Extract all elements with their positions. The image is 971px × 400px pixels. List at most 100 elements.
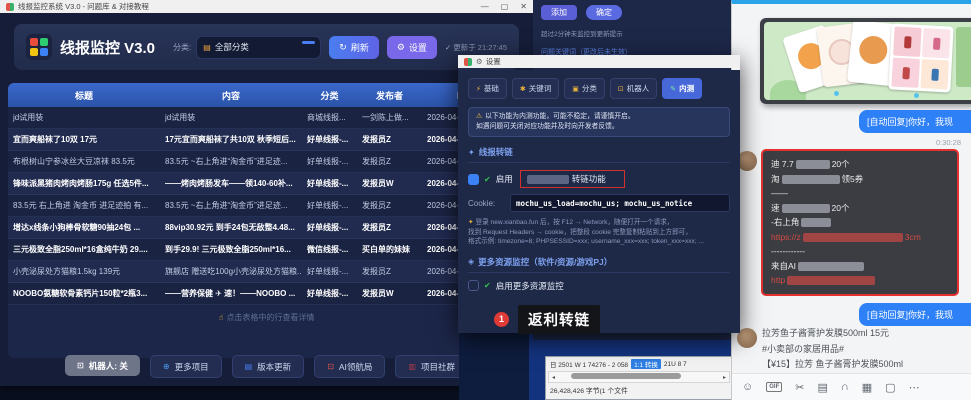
avatar[interactable] xyxy=(737,328,757,348)
table-row[interactable]: NOOBO氨糖软骨素钙片150粒*2瓶3...——营养保健 ✈ 速！——NOOB… xyxy=(8,283,525,305)
deals-table: 标题内容分类发布者时间 jd试用装jd试用装商城线报...一剑陈上做...202… xyxy=(8,83,525,358)
category-book-icon: ▤ xyxy=(203,43,211,52)
app-icon xyxy=(6,3,14,11)
tab-label: 分类 xyxy=(582,83,597,94)
annotation-number-badge: 1 xyxy=(494,312,509,327)
notepad-selection: 1:1 转换 xyxy=(631,359,661,369)
tab-robot[interactable]: ⊡机器人 xyxy=(610,78,657,99)
table-row[interactable]: 三元极致全脂250ml*16盒纯牛奶 29....到手29.9! 三元极致全脂2… xyxy=(8,239,525,261)
image-icon[interactable]: ▦ xyxy=(862,381,872,394)
table-row[interactable]: 锋味派黑猪肉烤肉烤肠175g 任选5件...——烤肉烤肠发车——领140-60补… xyxy=(8,173,525,195)
tab-label: 基础 xyxy=(484,83,499,94)
version-update-button[interactable]: ▤版本更新 xyxy=(232,355,305,378)
sticker-image xyxy=(764,22,971,100)
callout-annotation: 1 返利转链 xyxy=(494,305,730,334)
message-text: 来自AI xyxy=(771,261,796,271)
tab-basic[interactable]: ⚡基础 xyxy=(468,78,507,99)
file-icon[interactable]: ▤ xyxy=(817,381,827,394)
column-header: 发布者 xyxy=(357,89,422,102)
table-row[interactable]: 布根树山宁参冰丝大豆凉袜 83.5元83.5元 ~右上角进“淘金币”进足迹...… xyxy=(8,151,525,173)
notepad-status: 26,428,426 字节(1 个文件 xyxy=(546,383,732,397)
redaction-annotation: 转链功能 xyxy=(520,170,625,188)
redacted-text xyxy=(796,160,830,169)
table-row[interactable]: 83.5元 右上角进 淘金币 进足迹拍 有...83.5元 ~右上角进“淘金币”… xyxy=(8,195,525,217)
scroll-left-icon[interactable]: ◂ xyxy=(549,374,558,381)
category-select[interactable]: ▤ 全部分类 xyxy=(196,36,321,59)
tab-keywords[interactable]: ✱关键词 xyxy=(512,78,559,99)
table-cell: 发报员Z xyxy=(357,134,422,145)
table-row[interactable]: jd试用装jd试用装商城线报...一剑陈上做...2026-04-22 21:2 xyxy=(8,107,525,129)
table-row[interactable]: 增达x线条小狗棒骨软糖90抽24包 ...88vip30.92元 到手24包无敌… xyxy=(8,217,525,239)
screenshot-icon[interactable]: ✂ xyxy=(795,381,804,394)
ai-hub-button-icon: ⊡ xyxy=(327,362,334,371)
checkbox-checked[interactable] xyxy=(468,174,479,185)
check-icon: ✓ xyxy=(445,43,451,52)
scrollbar-thumb[interactable] xyxy=(571,373,681,379)
settings-button[interactable]: ⚙ 设置 xyxy=(387,36,437,59)
table-cell: 到手29.9! 三元极致全脂250ml*16... xyxy=(160,244,302,255)
table-cell: 旗舰店 赠送吃100g小壳泌尿处方猫粮... xyxy=(160,266,302,277)
message-text: 20个 xyxy=(832,159,850,169)
table-cell: ——营养保健 ✈ 速！——NOOBO ... xyxy=(160,288,302,299)
table-body: jd试用装jd试用装商城线报...一剑陈上做...2026-04-22 21:2… xyxy=(8,107,525,305)
more-icon[interactable]: ⋯ xyxy=(909,381,920,394)
message-line: 【¥15】拉芳 鱼子酱膏护发膜500ml xyxy=(762,357,967,373)
dialog-titlebar: ⚙ 设置 xyxy=(458,55,740,68)
table-cell: 发报员Z xyxy=(357,200,422,211)
table-cell: 布根树山宁参冰丝大豆凉袜 83.5元 xyxy=(8,156,160,167)
message-text: 20个 xyxy=(832,203,850,213)
add-button[interactable]: 添加 xyxy=(541,5,577,20)
table-header-row: 标题内容分类发布者时间 xyxy=(8,83,525,107)
chat-window: [自动回复]你好，我现 0:30:28 迪 7.720个淘领5券——速20个-右… xyxy=(731,0,971,400)
scroll-right-icon[interactable]: ▸ xyxy=(720,374,729,381)
gif-icon[interactable]: GIF xyxy=(766,382,782,392)
annotation-label: 返利转链 xyxy=(518,305,600,334)
table-cell: 83.5元 右上角进 淘金币 进足迹拍 有... xyxy=(8,200,160,211)
auto-reply-bubble: [自动回复]你好，我现 xyxy=(859,303,971,326)
toggle-link-convert: ✔ 启用 转链功能 xyxy=(468,170,730,188)
message-line: —— xyxy=(771,186,949,201)
tab-label: 机器人 xyxy=(627,83,650,94)
minimize-button[interactable]: — xyxy=(481,2,489,11)
button-label: 项目社群 xyxy=(421,361,455,373)
table-cell: 三元极致全脂250ml*16盒纯牛奶 29.... xyxy=(8,244,160,255)
dialog-title: 设置 xyxy=(486,56,501,67)
message-text: http xyxy=(771,275,785,285)
checkbox-unchecked[interactable] xyxy=(468,280,479,291)
refresh-button[interactable]: ↻ 刷新 xyxy=(329,36,379,59)
table-cell: 好单线报-... xyxy=(302,178,357,189)
robot-toggle-button[interactable]: ⊡机器人: 关 xyxy=(65,355,140,376)
community-button[interactable]: ▥项目社群 xyxy=(395,355,468,378)
horizontal-scrollbar[interactable]: ◂ ▸ xyxy=(548,371,730,383)
window-title: 线报监控系统 V3.0 - 问题库 & 对接教程 xyxy=(18,1,149,12)
redacted-text xyxy=(801,218,831,227)
table-row[interactable]: 宜而爽船袜了10双 17元17元宜而爽船袜了共10双 秋季短后...好单线报-.… xyxy=(8,129,525,151)
table-cell: jd试用装 xyxy=(8,112,160,123)
confirm-button[interactable]: 确定 xyxy=(586,5,622,20)
message-text: 淘 xyxy=(771,174,780,184)
tab-categories[interactable]: ▣分类 xyxy=(564,78,605,99)
message-line: 迪 7.720个 xyxy=(771,157,949,172)
sticker-decor xyxy=(914,93,919,98)
cookie-input[interactable]: mochu_us_load=mochu_us; mochu_us_notice xyxy=(510,194,730,212)
table-row[interactable]: 小壳泌尿处方猫粮1.5kg 139元旗舰店 赠送吃100g小壳泌尿处方猫粮...… xyxy=(8,261,525,283)
message-line: 速20个 xyxy=(771,201,949,216)
table-cell: 88vip30.92元 到手24包无敌整4.48... xyxy=(160,222,302,233)
table-cell: ——烤肉烤肠发车——领140-60补... xyxy=(160,178,302,189)
ai-hub-button[interactable]: ⊡AI领航局 xyxy=(314,355,385,378)
scrollbar-track[interactable] xyxy=(558,372,720,382)
maximize-button[interactable]: ▢ xyxy=(501,2,509,11)
tab-basic-icon: ⚡ xyxy=(476,85,481,93)
close-button[interactable]: ✕ xyxy=(520,2,527,11)
screen-capture-icon[interactable]: ▢ xyxy=(885,381,895,394)
emoji-icon[interactable]: ☺ xyxy=(742,381,753,393)
deal-message: 拉芳鱼子酱膏护发膜500ml 15元#小卖部の家居用品#【¥15】拉芳 鱼子酱膏… xyxy=(762,326,967,373)
more-projects-button[interactable]: ⊕更多项目 xyxy=(150,355,222,378)
refresh-icon: ↻ xyxy=(339,42,347,53)
button-label: 更多项目 xyxy=(175,361,209,373)
voice-icon[interactable]: ∩ xyxy=(841,381,849,393)
sticker-image-message[interactable] xyxy=(760,18,971,104)
tab-beta[interactable]: ✎内测 xyxy=(662,78,702,99)
table-cell: 微信线报-... xyxy=(302,244,357,255)
avatar[interactable] xyxy=(737,151,757,171)
